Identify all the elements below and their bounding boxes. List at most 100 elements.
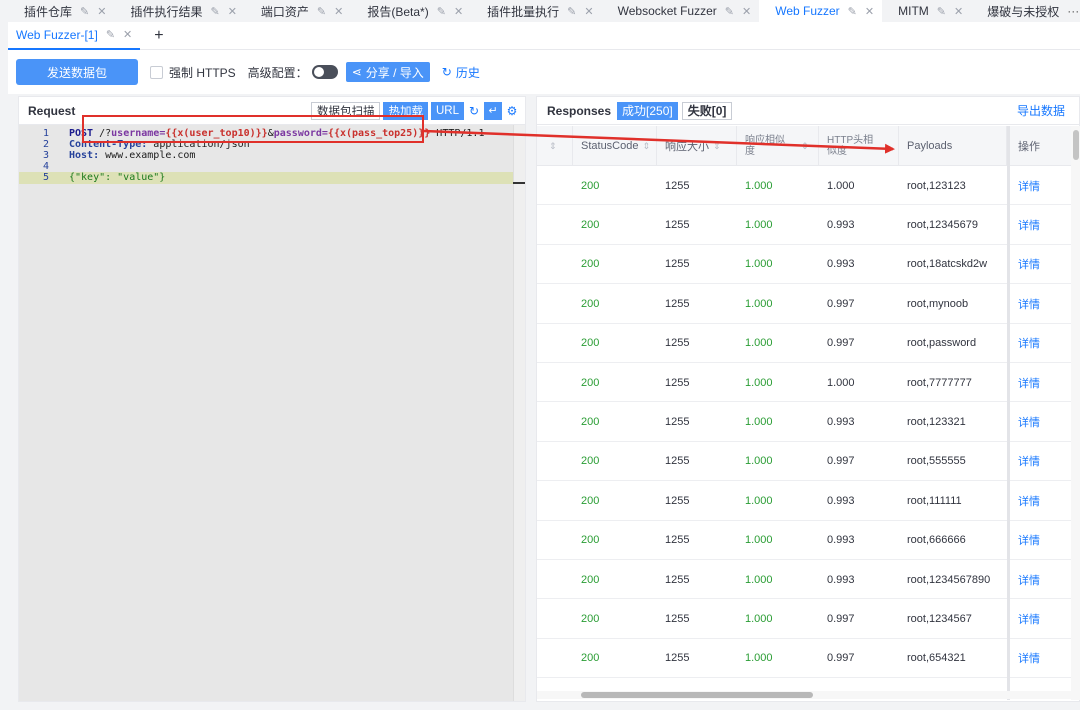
details-link[interactable]: 详情 bbox=[1010, 599, 1040, 638]
top-tab-label: 报告(Beta*) bbox=[367, 4, 429, 19]
col-response-similarity[interactable]: 响应相似度 ⇕ bbox=[737, 126, 819, 166]
edit-icon[interactable]: ✎ bbox=[80, 5, 89, 18]
col-response-size[interactable]: 响应大小 ⇕ bbox=[657, 126, 737, 166]
top-tab[interactable]: 插件仓库 ✎ ✕ bbox=[8, 0, 114, 22]
header-similarity-cell: 0.993 bbox=[827, 415, 855, 428]
top-tab[interactable]: Websocket Fuzzer ✎ ✕ bbox=[602, 0, 760, 22]
top-tab[interactable]: 插件执行结果 ✎ ✕ bbox=[114, 0, 244, 22]
response-similarity-cell: 1.000 bbox=[745, 258, 773, 271]
advanced-config: 高级配置： bbox=[248, 64, 338, 81]
edit-icon[interactable]: ✎ bbox=[210, 5, 219, 18]
close-icon[interactable]: ✕ bbox=[865, 5, 874, 18]
table-row[interactable]: 200 1255 1.000 0.993 root,1234567890 详情 bbox=[537, 560, 1071, 600]
close-icon[interactable]: ✕ bbox=[228, 5, 237, 18]
table-row[interactable]: 200 1255 1.000 1.000 root,123123 详情 bbox=[537, 166, 1071, 206]
details-link[interactable]: 详情 bbox=[1010, 442, 1040, 481]
history-icon[interactable]: ↻ bbox=[467, 104, 481, 118]
more-tabs-button[interactable]: ··· bbox=[1067, 4, 1079, 18]
vertical-scrollbar[interactable] bbox=[1071, 126, 1080, 700]
edit-icon[interactable]: ✎ bbox=[106, 28, 115, 41]
header-similarity-cell: 0.997 bbox=[827, 455, 855, 468]
table-row[interactable]: 200 1255 1.000 0.997 root,555555 详情 bbox=[537, 442, 1071, 482]
share-icon: ⋖ bbox=[351, 65, 362, 79]
edit-icon[interactable]: ✎ bbox=[848, 5, 857, 18]
table-row[interactable]: 200 1255 1.000 0.997 root,1234567 详情 bbox=[537, 599, 1071, 639]
table-row[interactable]: 200 1255 1.000 0.997 root,password 详情 bbox=[537, 324, 1071, 363]
header-similarity-cell: 1.000 bbox=[827, 376, 855, 389]
close-icon[interactable]: ✕ bbox=[334, 5, 343, 18]
status-code-cell: 200 bbox=[581, 534, 600, 547]
edit-icon[interactable]: ✎ bbox=[317, 5, 326, 18]
edit-icon[interactable]: ✎ bbox=[937, 5, 946, 18]
top-tab[interactable]: 爆破与未授权 bbox=[971, 0, 1067, 22]
close-icon[interactable]: ✕ bbox=[123, 28, 132, 41]
close-icon[interactable]: ✕ bbox=[97, 5, 106, 18]
table-row[interactable]: 200 1255 1.000 0.993 root,111111 详情 bbox=[537, 481, 1071, 521]
horizontal-scrollbar[interactable] bbox=[537, 691, 1071, 699]
status-code-cell: 200 bbox=[581, 218, 600, 231]
table-row[interactable]: 200 1255 1.000 0.997 root,mynoob 详情 bbox=[537, 284, 1071, 324]
close-icon[interactable]: ✕ bbox=[954, 5, 963, 18]
success-tab[interactable]: 成功[250] bbox=[617, 101, 678, 120]
details-link[interactable]: 详情 bbox=[1010, 481, 1040, 520]
export-data-link[interactable]: 导出数据 bbox=[1017, 102, 1065, 119]
send-packet-button[interactable]: 发送数据包 bbox=[16, 59, 138, 85]
edit-icon[interactable]: ✎ bbox=[437, 5, 446, 18]
col-payloads[interactable]: Payloads bbox=[899, 126, 1007, 166]
top-tab[interactable]: 插件批量执行 ✎ ✕ bbox=[471, 0, 601, 22]
col-status-code[interactable]: StatusCode ⇕ bbox=[573, 126, 657, 166]
edit-icon[interactable]: ✎ bbox=[567, 5, 576, 18]
sort-handle-column[interactable]: ⇕ bbox=[537, 126, 573, 166]
tab-web-fuzzer-1[interactable]: Web Fuzzer-[1] ✎ ✕ bbox=[8, 22, 141, 50]
scroll-thumb[interactable] bbox=[1073, 130, 1079, 160]
top-tab[interactable]: MITM ✎ ✕ bbox=[882, 0, 971, 22]
top-tab[interactable]: 端口资产 ✎ ✕ bbox=[245, 0, 351, 22]
status-code-cell: 200 bbox=[581, 297, 600, 310]
col-header-similarity[interactable]: HTTP头相似度 bbox=[819, 126, 899, 166]
request-editor[interactable]: 1 POST /?username={{x(user_top10)}}&pass… bbox=[19, 125, 525, 701]
top-tab[interactable]: 报告(Beta*) ✎ ✕ bbox=[351, 0, 471, 22]
request-panel: Request 数据包扫描 热加载 URL ↻ ↵ ⚙ 1 POST /?use… bbox=[18, 96, 526, 702]
details-link[interactable]: 详情 bbox=[1010, 324, 1040, 363]
close-icon[interactable]: ✕ bbox=[742, 5, 751, 18]
details-link[interactable]: 详情 bbox=[1010, 166, 1040, 205]
top-tab-label: 插件执行结果 bbox=[130, 4, 203, 19]
scroll-thumb[interactable] bbox=[581, 692, 813, 698]
edit-icon[interactable]: ✎ bbox=[725, 5, 734, 18]
table-row[interactable]: 200 1255 1.000 0.997 root,654321 详情 bbox=[537, 639, 1071, 679]
sort-icon: ⇕ bbox=[801, 140, 809, 151]
close-icon[interactable]: ✕ bbox=[584, 5, 593, 18]
header-similarity-cell: 0.997 bbox=[827, 652, 855, 665]
details-link[interactable]: 详情 bbox=[1010, 363, 1040, 402]
details-link[interactable]: 详情 bbox=[1010, 402, 1040, 441]
force-https-checkbox[interactable]: 强制 HTTPS bbox=[150, 64, 236, 81]
details-link[interactable]: 详情 bbox=[1010, 205, 1040, 244]
wrap-icon[interactable]: ↵ bbox=[484, 101, 502, 120]
advanced-config-toggle[interactable] bbox=[311, 65, 338, 79]
response-size-cell: 1255 bbox=[665, 179, 690, 192]
sort-icon: ⇕ bbox=[713, 140, 721, 151]
table-row[interactable]: 200 1255 1.000 1.000 root,7777777 详情 bbox=[537, 363, 1071, 403]
share-import-button[interactable]: ⋖ 分享 / 导入 bbox=[345, 62, 430, 82]
checkbox-box[interactable] bbox=[150, 65, 163, 79]
details-link[interactable]: 详情 bbox=[1010, 521, 1040, 560]
table-row[interactable]: 200 1255 1.000 0.993 root,12345679 详情 bbox=[537, 205, 1071, 245]
table-row[interactable]: 200 1255 1.000 0.993 root,666666 详情 bbox=[537, 521, 1071, 560]
close-icon[interactable]: ✕ bbox=[454, 5, 463, 18]
table-row[interactable]: 200 1255 1.000 0.993 root,18atcskd2w 详情 bbox=[537, 245, 1071, 285]
details-link[interactable]: 详情 bbox=[1010, 560, 1040, 599]
add-tab-button[interactable]: + bbox=[154, 27, 163, 45]
details-link[interactable]: 详情 bbox=[1010, 284, 1040, 323]
response-size-cell: 1255 bbox=[665, 337, 690, 350]
top-tab[interactable]: Web Fuzzer ✎ ✕ bbox=[759, 0, 883, 22]
table-row[interactable]: 200 1255 1.000 0.993 root,123321 详情 bbox=[537, 402, 1071, 442]
gear-icon[interactable]: ⚙ bbox=[505, 104, 519, 118]
details-link[interactable]: 详情 bbox=[1010, 639, 1040, 678]
payload-cell: root,12345679 bbox=[907, 218, 978, 231]
status-code-cell: 200 bbox=[581, 376, 600, 389]
history-button[interactable]: ↻ 历史 bbox=[442, 64, 480, 81]
fail-tab[interactable]: 失败[0] bbox=[681, 101, 733, 120]
url-button[interactable]: URL bbox=[430, 101, 464, 120]
details-link[interactable]: 详情 bbox=[1010, 245, 1040, 284]
status-code-cell: 200 bbox=[581, 258, 600, 271]
